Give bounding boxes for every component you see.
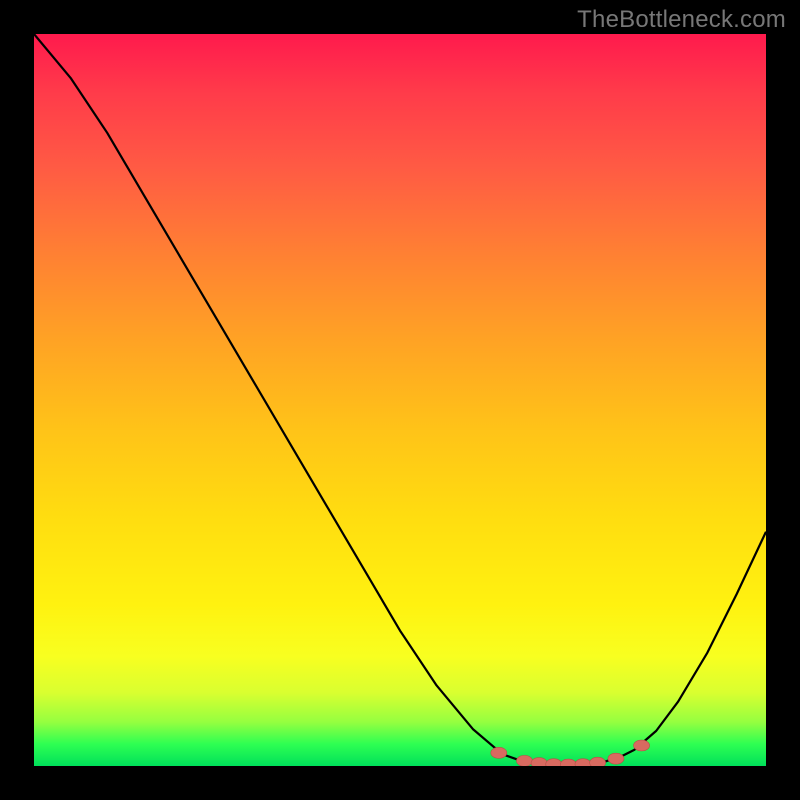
marker-dot (516, 755, 532, 766)
chart-container: TheBottleneck.com (0, 0, 800, 800)
marker-dot (491, 747, 507, 758)
marker-dot (531, 758, 547, 766)
plot-area (34, 34, 766, 766)
curve-svg (34, 34, 766, 766)
marker-dot (590, 757, 606, 766)
marker-dot (575, 759, 591, 766)
marker-dot (608, 753, 624, 764)
watermark-text: TheBottleneck.com (577, 6, 786, 34)
marker-dot (560, 759, 576, 766)
marker-dot (634, 740, 650, 751)
marker-dot (546, 759, 562, 766)
bottleneck-curve (34, 34, 766, 765)
